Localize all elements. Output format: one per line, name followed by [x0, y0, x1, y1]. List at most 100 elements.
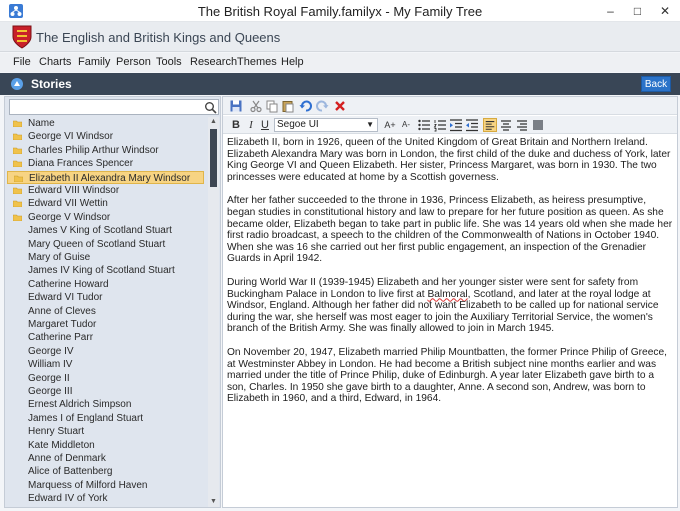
align-left-icon[interactable]	[483, 118, 497, 132]
tree-row[interactable]: Charles Philip Arthur Windsor	[7, 144, 204, 157]
tree-row[interactable]: Edward VIII Windsor	[7, 184, 204, 197]
tree-row[interactable]: James I of England Stuart	[7, 412, 204, 425]
menu-file[interactable]: File	[13, 56, 31, 68]
undo-icon[interactable]	[299, 99, 313, 113]
tree-row-label: James I of England Stuart	[28, 412, 144, 424]
tree-row[interactable]: Henry Stuart	[7, 425, 204, 438]
menu-research[interactable]: Research	[190, 56, 237, 68]
tree-row[interactable]: George IV	[7, 345, 204, 358]
menu-themes[interactable]: Themes	[237, 56, 277, 68]
bold-button[interactable]: B	[229, 118, 243, 132]
numbered-list-icon[interactable]	[433, 118, 447, 132]
delete-icon[interactable]	[333, 99, 347, 113]
scroll-thumb[interactable]	[210, 129, 217, 187]
tree-row[interactable]: James V King of Scotland Stuart	[7, 224, 204, 237]
save-icon[interactable]	[229, 99, 243, 113]
format-toolbar: B I U Segoe UI ▼ A+ A-	[223, 116, 677, 134]
tree-row[interactable]: Edward VII Wettin	[7, 197, 204, 210]
shrink-font-button[interactable]: A-	[399, 118, 413, 132]
tree-row[interactable]: Mary Queen of Scotland Stuart	[7, 238, 204, 251]
tree-row-label: Edward VIII Windsor	[28, 185, 120, 196]
tree-row[interactable]: James IV King of Scotland Stuart	[7, 264, 204, 277]
tree-row[interactable]: Edward IV of York	[7, 492, 204, 505]
paste-icon[interactable]	[281, 99, 295, 113]
font-select[interactable]: Segoe UI ▼	[274, 118, 378, 132]
tree-row[interactable]: William IV	[7, 358, 204, 371]
folder-icon	[13, 214, 22, 221]
bullet-list-icon[interactable]	[417, 118, 431, 132]
folder-icon	[13, 147, 22, 154]
story-text[interactable]: Elizabeth II, born in 1926, queen of the…	[227, 137, 673, 505]
menu-charts[interactable]: Charts	[39, 56, 71, 68]
underline-button[interactable]: U	[258, 118, 272, 132]
tree-row[interactable]: George V Windsor	[7, 211, 204, 224]
folder-icon	[13, 201, 22, 208]
tree-row[interactable]: Name	[7, 117, 204, 130]
tree-row[interactable]: Anne of Cleves	[7, 305, 204, 318]
tree-row-selected[interactable]: Elizabeth II Alexandra Mary Windsor	[7, 170, 204, 184]
stories-icon	[11, 78, 23, 90]
family-title: The English and British Kings and Queens	[36, 30, 281, 45]
tree-row[interactable]: George II	[7, 372, 204, 385]
search-icon[interactable]	[204, 101, 217, 114]
justify-icon[interactable]	[531, 118, 545, 132]
align-right-icon[interactable]	[515, 118, 529, 132]
people-panel: Name George VI Windsor Charles Philip Arth…	[4, 96, 221, 508]
cut-icon[interactable]	[249, 99, 263, 113]
tree-row[interactable]: Diana Frances Spencer	[7, 157, 204, 170]
scroll-down-icon[interactable]: ▼	[208, 497, 219, 507]
tree-row-label: Edward VII Wettin	[28, 198, 108, 210]
minimize-button[interactable]: –	[597, 0, 624, 22]
family-banner: The English and British Kings and Queens	[0, 22, 680, 52]
folder-icon	[13, 160, 22, 168]
tree-row[interactable]: Catherine Howard	[7, 278, 204, 291]
tree-row-label: Mary Queen of Scotland Stuart	[28, 238, 166, 250]
tree-row[interactable]: George III	[7, 385, 204, 398]
tree-row[interactable]: Catherine Parr	[7, 331, 204, 344]
tree-row[interactable]: Mary of Guise	[7, 251, 204, 264]
copy-icon[interactable]	[265, 99, 279, 113]
redo-icon[interactable]	[315, 99, 329, 113]
search-input[interactable]	[12, 101, 200, 113]
tree-row[interactable]: Alice of Battenberg	[7, 465, 204, 478]
align-center-icon[interactable]	[499, 118, 513, 132]
italic-button[interactable]: I	[244, 118, 258, 132]
grow-font-button[interactable]: A+	[383, 118, 397, 132]
tree-row-label: Charles Philip Arthur Windsor	[28, 144, 159, 156]
outdent-icon[interactable]	[465, 118, 479, 132]
font-name: Segoe UI	[277, 119, 319, 130]
chevron-down-icon: ▼	[366, 120, 374, 129]
menu-help[interactable]: Help	[281, 56, 304, 68]
tree-row-label: George VI Windsor	[28, 131, 114, 143]
tree-row[interactable]: Edward VI Tudor	[7, 291, 204, 304]
back-button[interactable]: Back	[641, 76, 671, 92]
tree-row-label: Name	[28, 118, 55, 129]
folder-icon	[13, 120, 22, 127]
royal-shield-icon	[12, 25, 32, 49]
tree-row[interactable]: Margaret Tudor	[7, 318, 204, 331]
tree-row[interactable]: Kate Middleton	[7, 439, 204, 452]
tree-scrollbar[interactable]: ▲ ▼	[208, 117, 219, 507]
indent-icon[interactable]	[449, 118, 463, 132]
misspelled-word[interactable]: Balmoral	[427, 289, 467, 300]
tree-row[interactable]: Ernest Aldrich Simpson	[7, 398, 204, 411]
folder-icon	[13, 187, 22, 194]
tree-row-label: Mary of Guise	[28, 252, 91, 263]
menu-family[interactable]: Family	[78, 56, 110, 68]
tree-row-label: Kate Middleton	[28, 439, 95, 451]
tree-row[interactable]: Marquess of Milford Haven	[7, 479, 204, 492]
tree-row-label: Anne of Cleves	[28, 305, 96, 317]
tree-row-label: Catherine Parr	[28, 332, 94, 344]
scroll-up-icon[interactable]: ▲	[208, 117, 219, 127]
menu-tools[interactable]: Tools	[156, 56, 182, 68]
tree-row-label: Alice of Battenberg	[28, 466, 113, 478]
tree-row[interactable]: George VI Windsor	[7, 130, 204, 143]
tree-row-label: Catherine Howard	[28, 278, 109, 290]
tree-row-label: Elizabeth II Alexandra Mary Windsor	[29, 172, 191, 184]
tree-row[interactable]: Anne of Denmark	[7, 452, 204, 465]
menu-person[interactable]: Person	[116, 56, 151, 68]
close-button[interactable]: ✕	[651, 0, 679, 22]
tree-row-label: William IV	[28, 359, 73, 371]
maximize-button[interactable]: □	[624, 0, 651, 22]
stories-header: Stories Back	[0, 73, 680, 95]
